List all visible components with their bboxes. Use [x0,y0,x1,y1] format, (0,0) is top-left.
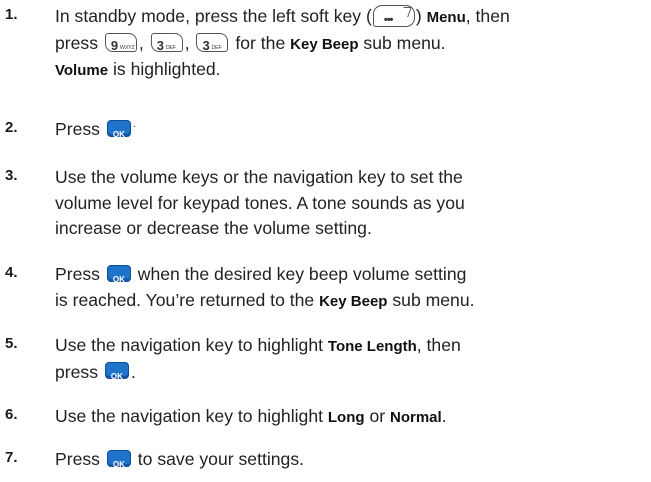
ok-key-icon: OK [106,119,131,139]
soft-key-dots: ••• [383,14,394,27]
step-number: 7. [5,449,18,466]
ok-key-label: OK [112,459,125,469]
step-text-part: Press [55,264,100,284]
step-text-part: press [55,361,99,382]
key-digit: 3 [156,38,164,54]
key-3-icon: 3 DEF [196,33,229,53]
step-text-part: ) [415,6,422,26]
left-soft-key-icon: ••• [372,5,415,28]
ok-key-icon: OK [106,449,131,469]
step-number: 3. [5,167,18,184]
step-text-part: is highlighted. [112,59,221,79]
key-letters: WXYZ [119,45,135,52]
step-text-part: to save your settings. [137,449,305,469]
step-text: Use the navigation key to highlight Long… [55,406,447,426]
step-number: 1. [5,6,18,23]
step-text: Use the volume keys or the navigation ke… [55,165,647,242]
key-9-icon: 9 WXYZ [104,33,137,53]
key-digit: 3 [202,38,210,54]
step-text-part: Press [55,119,100,139]
step-text-part: In standby mode, press the left soft key… [55,6,372,26]
step-text-line: Use the volume keys or the navigation ke… [55,167,463,187]
step-text-part: press [55,32,99,53]
step-text-part: sub menu. [392,289,475,310]
ok-key-label: OK [110,372,123,382]
ok-key-label: OK [112,129,125,139]
step-text-part: , then [465,6,510,26]
instruction-page: 1. In standby mode, press the left soft … [0,0,651,482]
step-text: Press OK when the desired key beep volum… [55,262,647,314]
key-letters: DEF [165,45,176,52]
step-number: 4. [5,264,18,281]
step-text: Use the navigation key to highlight Tone… [55,333,647,385]
menu-label: Menu [426,9,466,26]
step-number: 6. [5,406,18,423]
step-text-part: is reached. You’re returned to the [55,289,315,310]
step-text-part: for the [235,32,286,53]
step-text-part: or [369,406,386,426]
tone-length-label: Tone Length [327,338,417,355]
step-text: Press OK to save your settings. [55,447,647,473]
key-digit: 9 [110,38,119,54]
key-letters: DEF [211,45,222,52]
step-text: Press OK. [55,117,647,146]
long-label: Long [327,409,365,426]
step-text-part: when the desired key beep volume setting [137,264,467,284]
ok-key-icon: OK [106,264,131,284]
step-text-part: Use the navigation key to highlight [55,406,323,426]
key-beep-label: Key Beep [319,292,388,310]
ok-key-icon: OK [104,362,129,381]
normal-label: Normal [389,409,442,426]
key-beep-label: Key Beep [290,35,359,53]
volume-label: Volume [55,62,109,79]
step-text-line: increase or decrease the volume setting. [55,218,372,238]
step-number: 5. [5,335,18,352]
step-text-part: , then [416,335,461,355]
key-3-icon: 3 DEF [150,33,183,53]
step-text: In standby mode, press the left soft key… [55,5,510,79]
step-number: 2. [5,119,18,136]
step-text-part: sub menu. [363,32,446,53]
step-text-part: Use the navigation key to highlight [55,335,323,355]
step-text-line: volume level for keypad tones. A tone so… [55,192,465,213]
ok-key-label: OK [112,274,125,284]
step-text-part: Press [55,449,100,469]
